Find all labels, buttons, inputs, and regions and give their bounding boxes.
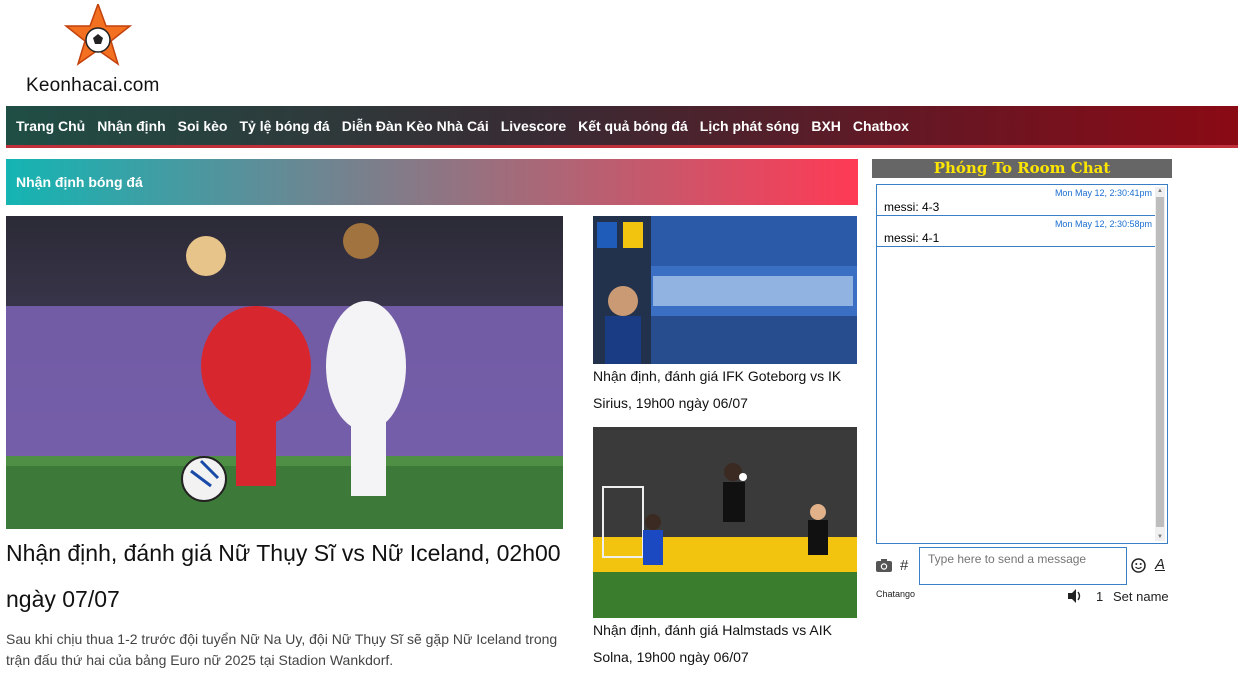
message-input[interactable] [919, 547, 1127, 585]
chat-scrollbar[interactable]: ▲ ▼ [1155, 187, 1165, 541]
nav-item-predictions[interactable]: Nhận định [91, 118, 171, 134]
chat-message-text: messi: 4-3 [884, 200, 940, 214]
nav-item-schedule[interactable]: Lịch phát sóng [694, 118, 806, 134]
chat-message: Mon May 12, 2:30:41pm messi: 4-3 [877, 185, 1156, 216]
main-nav: Trang Chủ Nhận định Soi kèo Tỷ lệ bóng đ… [6, 106, 1238, 148]
section-title: Nhận định bóng đá [16, 174, 143, 190]
chat-message-list: Mon May 12, 2:30:41pm messi: 4-3 Mon May… [876, 184, 1168, 544]
nav-item-home[interactable]: Trang Chủ [10, 118, 91, 134]
scroll-down-icon[interactable]: ▼ [1155, 533, 1165, 541]
chat-footer: Chatango 1 Set name [876, 588, 1172, 606]
speaker-icon[interactable] [1067, 588, 1083, 604]
nav-item-standings[interactable]: BXH [805, 118, 847, 134]
nav-item-forum[interactable]: Diễn Đàn Kèo Nhà Cái [336, 118, 495, 134]
scroll-up-icon[interactable]: ▲ [1155, 187, 1165, 195]
side-article-title-2[interactable]: Nhận định, đánh giá Halmstads vs AIK Sol… [593, 617, 857, 671]
nav-item-livescore[interactable]: Livescore [495, 118, 572, 134]
site-logo[interactable]: Keonhacai.com [24, 4, 184, 98]
chat-message-time: Mon May 12, 2:30:58pm [1054, 219, 1152, 229]
nav-item-results[interactable]: Kết quả bóng đá [572, 118, 694, 134]
chat-message-time: Mon May 12, 2:30:41pm [1054, 188, 1152, 198]
hashtag-button[interactable]: # [900, 557, 908, 574]
set-name-button[interactable]: Set name [1113, 589, 1169, 604]
text-format-button[interactable]: A [1155, 556, 1165, 573]
side-article-title-1[interactable]: Nhận định, đánh giá IFK Goteborg vs IK S… [593, 363, 857, 417]
chatango-brand-link[interactable]: Chatango [876, 589, 915, 599]
camera-icon[interactable] [876, 559, 892, 572]
main-article-title[interactable]: Nhận định, đánh giá Nữ Thụy Sĩ vs Nữ Ice… [6, 530, 566, 622]
nav-item-chatbox[interactable]: Chatbox [847, 118, 915, 134]
section-header: Nhận định bóng đá [6, 159, 858, 205]
main-article-excerpt: Sau khi chịu thua 1-2 trước đội tuyển Nữ… [6, 631, 558, 668]
main-article-image[interactable] [6, 216, 563, 529]
user-count: 1 [1096, 589, 1104, 604]
star-ball-logo-icon [63, 4, 133, 66]
nav-item-betting-tips[interactable]: Soi kèo [172, 118, 234, 134]
nav-item-odds[interactable]: Tỷ lệ bóng đá [233, 118, 335, 134]
chat-controls: # A [876, 547, 1168, 587]
emoji-icon[interactable] [1131, 558, 1146, 573]
side-article-image-1[interactable] [593, 216, 857, 364]
scroll-thumb[interactable] [1156, 197, 1164, 527]
chat-header-button[interactable]: Phóng To Room Chat [872, 159, 1172, 178]
chat-message-text: messi: 4-1 [884, 231, 940, 245]
chat-message: Mon May 12, 2:30:58pm messi: 4-1 [877, 216, 1156, 247]
side-article-image-2[interactable] [593, 427, 857, 618]
logo-text: Keonhacai.com [26, 75, 160, 96]
